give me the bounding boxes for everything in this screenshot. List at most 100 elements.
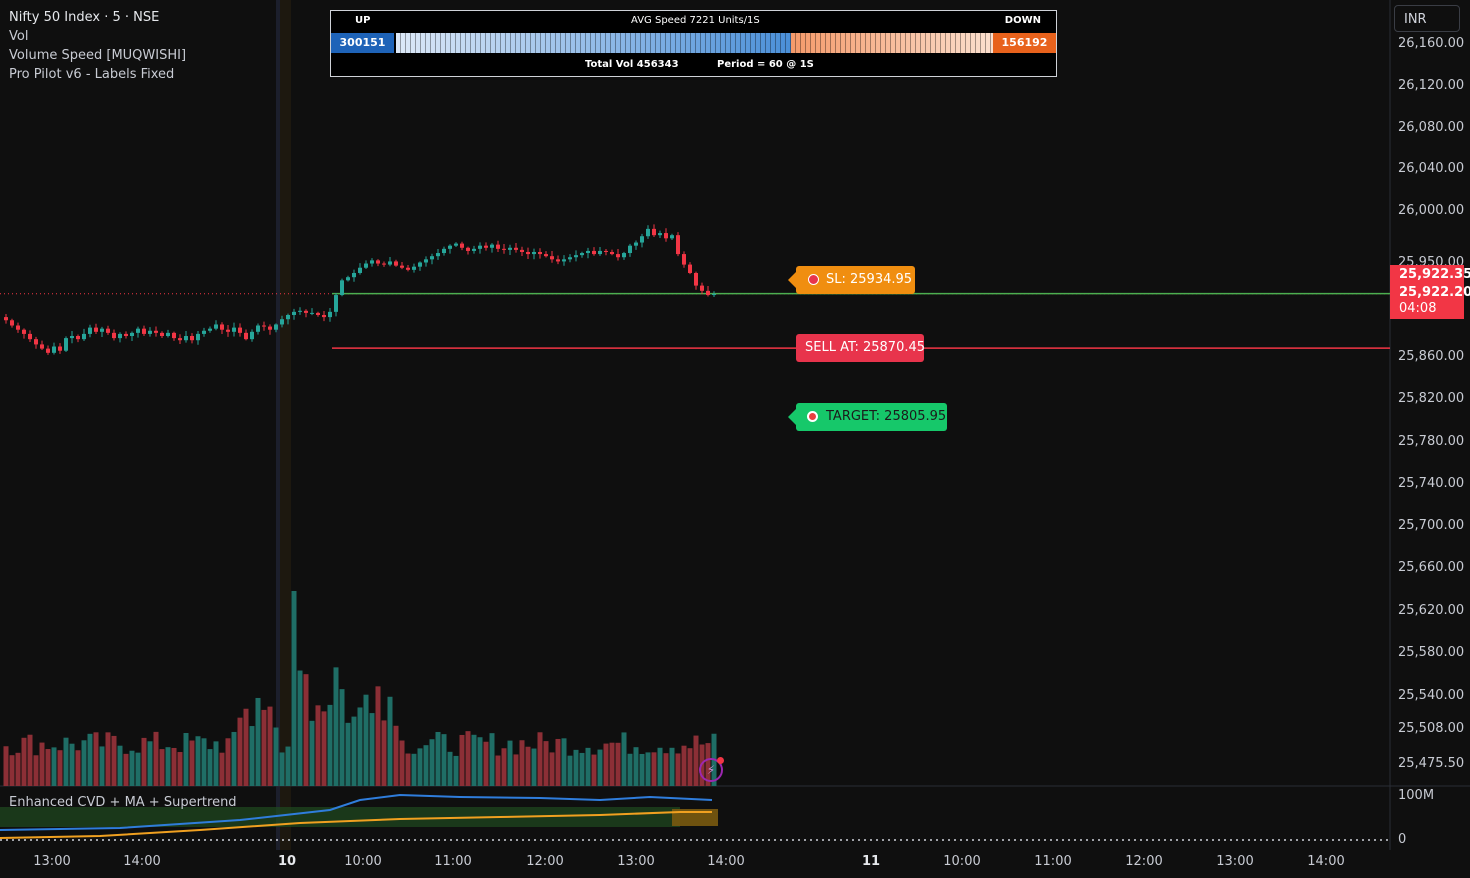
candle-body — [136, 328, 140, 333]
volume-bar — [615, 742, 621, 786]
candle-body — [58, 346, 62, 351]
candle-body — [130, 332, 134, 337]
candle-body — [64, 338, 68, 351]
volume-bar — [651, 752, 657, 786]
candle-body — [412, 266, 416, 270]
volume-bar — [435, 731, 441, 786]
target-label[interactable]: TARGET: 25805.95 — [788, 403, 947, 431]
candle-body — [208, 328, 212, 331]
indicator-vol[interactable]: Vol — [9, 27, 186, 46]
candle-body — [574, 255, 578, 258]
volume-bar — [33, 755, 39, 786]
price-tick-label: 25,508.00 — [1398, 721, 1465, 736]
candle-body — [142, 328, 146, 334]
stop-loss-label[interactable]: SL: 25934.95 — [788, 266, 915, 294]
time-tick-label: 13:00 — [1216, 854, 1254, 869]
volume-bar — [675, 753, 681, 786]
volume-bar — [633, 747, 639, 786]
candle-body — [10, 320, 14, 326]
candle-body — [340, 280, 344, 296]
price-tick-label: 25,700.00 — [1398, 518, 1465, 533]
candle-body — [214, 324, 218, 329]
target-text: TARGET: 25805.95 — [826, 409, 947, 424]
price-chart[interactable] — [0, 0, 1470, 878]
volume-bar — [477, 737, 483, 786]
volume-bar — [51, 747, 57, 786]
volume-bar — [525, 746, 531, 786]
candle-body — [88, 327, 92, 334]
volume-bar — [393, 725, 399, 786]
indicator-volume-speed[interactable]: Volume Speed [MUQWISHI] — [9, 46, 186, 65]
volume-bar — [453, 755, 459, 786]
bar-countdown: 04:08 — [1399, 301, 1437, 316]
candle-body — [70, 336, 74, 339]
volume-bar — [171, 747, 177, 786]
volume-bar — [405, 753, 411, 786]
time-tick-label: 10:00 — [344, 854, 382, 869]
volume-bar — [129, 750, 135, 786]
price-tick-label: 25,780.00 — [1398, 434, 1465, 449]
price-tick-label: 26,160.00 — [1398, 36, 1465, 51]
avg-speed-label: AVG Speed 7221 Units/1S — [631, 15, 760, 26]
price-tick-label: 25,740.00 — [1398, 476, 1465, 491]
symbol-title[interactable]: Nifty 50 Index · 5 · NSE — [9, 8, 186, 27]
currency-button[interactable]: INR — [1394, 5, 1460, 32]
down-header: DOWN — [1004, 15, 1041, 26]
candle-body — [112, 332, 116, 339]
time-tick-label: 14:00 — [707, 854, 745, 869]
candle-body — [514, 247, 518, 250]
volume-bar — [273, 727, 279, 786]
candle-body — [376, 260, 380, 264]
candle-body — [190, 336, 194, 341]
sell-text: SELL AT: 25870.45 — [805, 340, 926, 355]
candle-body — [544, 254, 548, 257]
volume-bar — [489, 733, 495, 786]
candle-body — [166, 332, 170, 337]
volume-bar — [219, 752, 225, 786]
candle-body — [244, 332, 248, 340]
candle-body — [628, 245, 632, 254]
indicator-pro-pilot[interactable]: Pro Pilot v6 - Labels Fixed — [9, 65, 186, 84]
volume-bar — [141, 737, 147, 786]
sell-label[interactable]: SELL AT: 25870.45 — [796, 334, 926, 362]
candle-body — [466, 247, 470, 251]
volume-bar — [657, 747, 663, 786]
time-tick-label: 13:00 — [33, 854, 71, 869]
candle-body — [520, 249, 524, 252]
volume-bar — [387, 696, 393, 786]
candle-body — [256, 325, 260, 332]
candle-body — [220, 324, 224, 330]
time-tick-label: 13:00 — [617, 854, 655, 869]
volume-bar — [27, 734, 33, 786]
volume-bar — [3, 746, 9, 786]
candle-body — [634, 242, 638, 246]
high-price-badge: 25,922.35 — [1390, 265, 1470, 284]
candle-body — [232, 327, 236, 332]
lightning-alert-icon[interactable]: ⚡ — [699, 757, 724, 782]
volume-bar — [111, 735, 117, 786]
candle-body — [322, 315, 326, 318]
candle-body — [418, 262, 422, 267]
volume-bar — [345, 722, 351, 786]
volume-bar — [261, 709, 267, 786]
candle-body — [436, 253, 440, 257]
cvd-indicator-title[interactable]: Enhanced CVD + MA + Supertrend — [9, 795, 237, 810]
volume-bar — [195, 736, 201, 786]
up-value: 300151 — [331, 33, 394, 53]
candle-body — [22, 329, 26, 334]
volume-bar — [93, 732, 99, 786]
volume-bar — [57, 750, 63, 786]
candle-body — [610, 251, 614, 255]
candle-body — [388, 261, 392, 265]
candle-body — [496, 244, 500, 249]
volume-bar — [375, 686, 381, 786]
chart-legend: Nifty 50 Index · 5 · NSE Vol Volume Spee… — [9, 8, 186, 84]
candle-body — [430, 256, 434, 260]
volume-bar — [363, 694, 369, 786]
volume-bar — [165, 747, 171, 786]
volume-bar — [429, 739, 435, 786]
candle-body — [16, 325, 20, 330]
candle-body — [4, 317, 8, 321]
volume-bar — [87, 733, 93, 786]
price-tick-label: 26,080.00 — [1398, 120, 1465, 135]
